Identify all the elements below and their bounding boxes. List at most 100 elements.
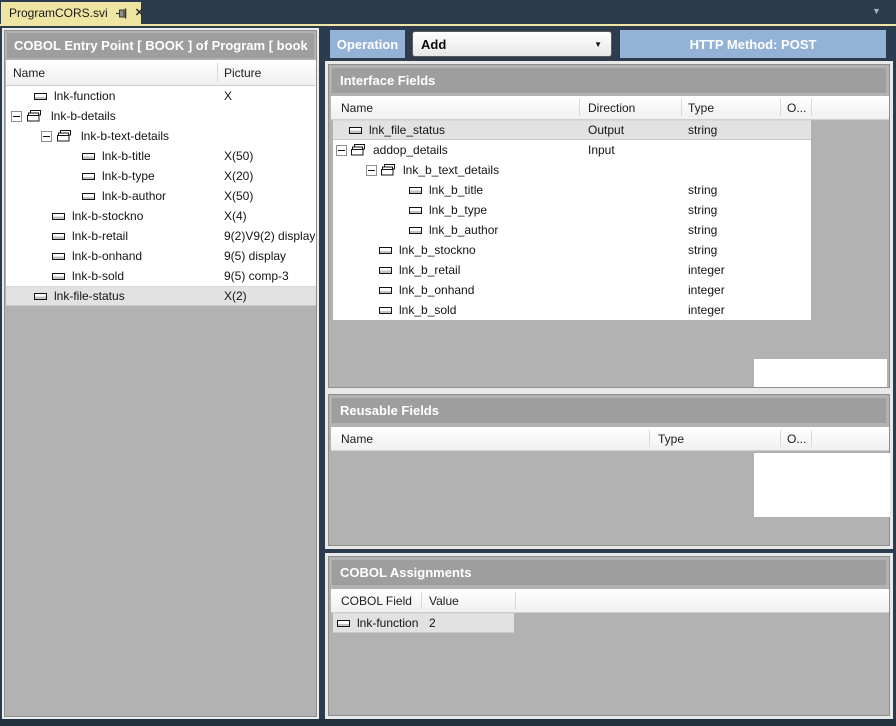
cell-picture: X xyxy=(224,86,232,106)
interface-fields-table-header: Name Direction Type O... xyxy=(331,96,889,120)
white-placeholder-box xyxy=(754,359,887,387)
row-lnk-b-stockno[interactable]: lnk-b-stockno X(4) xyxy=(6,206,316,226)
cell-type: integer xyxy=(688,300,725,320)
field-icon xyxy=(34,293,47,300)
row-lnk-file-status[interactable]: lnk_file_statusOutputstring xyxy=(333,120,811,140)
cell-name: lnk-b-details xyxy=(51,106,116,126)
tree-expander-icon[interactable] xyxy=(11,111,22,122)
cell-type: integer xyxy=(688,280,725,300)
cell-name: lnk-b-onhand xyxy=(72,246,142,266)
cobol-assignments-table-header: COBOL Field Value xyxy=(331,589,889,613)
cell-type: string xyxy=(688,120,717,140)
column-header-direction[interactable]: Direction xyxy=(588,96,635,119)
document-list-arrow-icon[interactable]: ▼ xyxy=(872,6,881,16)
operation-select[interactable]: Add ▼ xyxy=(412,31,612,57)
field-icon xyxy=(337,620,350,627)
window-bottom-strip xyxy=(0,719,896,726)
pin-icon[interactable] xyxy=(115,7,128,20)
field-icon xyxy=(409,207,422,214)
cell-name: lnk_b_stockno xyxy=(399,240,476,260)
cell-type: string xyxy=(688,240,717,260)
row-lnk-b-retail[interactable]: lnk-b-retail9(2)V9(2) display xyxy=(6,226,316,246)
http-method-label: HTTP Method: POST xyxy=(620,30,886,58)
row-lnk-b-type[interactable]: lnk-b-typeX(20) xyxy=(6,166,316,186)
cell-name: lnk_file_status xyxy=(369,120,445,140)
field-icon xyxy=(82,173,95,180)
field-icon xyxy=(409,187,422,194)
field-icon xyxy=(349,127,362,134)
row-lnk-function[interactable]: lnk-function2 xyxy=(333,613,514,633)
tree-expander-icon[interactable] xyxy=(336,145,347,156)
row-lnk-b-retail[interactable]: lnk_b_retail integer xyxy=(333,260,811,280)
interface-fields-title: Interface Fields xyxy=(332,68,886,93)
field-icon xyxy=(409,227,422,234)
cell-type: string xyxy=(688,220,717,240)
cell-name: lnk-b-text-details xyxy=(81,126,169,146)
row-addop-details[interactable]: addop_detailsInput xyxy=(333,140,811,160)
column-header-o[interactable]: O... xyxy=(787,427,806,450)
column-header-name[interactable]: Name xyxy=(13,60,45,85)
field-icon xyxy=(82,193,95,200)
group-icon xyxy=(57,130,72,142)
row-lnk-b-onhand[interactable]: lnk-b-onhand9(5) display xyxy=(6,246,316,266)
row-lnk-b-stockno[interactable]: lnk_b_stockno string xyxy=(333,240,811,260)
field-icon xyxy=(379,287,392,294)
row-lnk-b-details[interactable]: lnk-b-details xyxy=(6,106,316,126)
field-icon xyxy=(82,153,95,160)
cell-picture: X(50) xyxy=(224,186,253,206)
cell-picture: 9(2)V9(2) display xyxy=(224,226,315,246)
column-separator xyxy=(811,430,812,447)
column-header-o[interactable]: O... xyxy=(787,96,806,119)
column-separator xyxy=(421,592,422,609)
row-lnk-b-text-details[interactable]: lnk-b-text-details xyxy=(6,126,316,146)
column-header-value[interactable]: Value xyxy=(429,589,459,612)
column-separator xyxy=(780,99,781,116)
cell-name: lnk_b_type xyxy=(429,200,487,220)
field-icon xyxy=(52,233,65,240)
row-lnk-b-sold[interactable]: lnk-b-sold9(5) comp-3 xyxy=(6,266,316,286)
column-header-type[interactable]: Type xyxy=(658,427,684,450)
interface-fields-section: Interface Fields Name Direction Type O... l… xyxy=(328,64,890,388)
column-header-type[interactable]: Type xyxy=(688,96,714,119)
cobol-structure-table: NamePicture lnk-functionXlnk-b-detailsln… xyxy=(6,60,316,306)
tab-title: ProgramCORS.svi xyxy=(9,6,108,20)
http-method-text: HTTP Method: POST xyxy=(690,37,817,52)
row-lnk-b-type[interactable]: lnk_b_typestring xyxy=(333,200,811,220)
cell-name: lnk_b_retail xyxy=(399,260,460,280)
row-lnk-b-author[interactable]: lnk_b_authorstring xyxy=(333,220,811,240)
cell-name: lnk-b-author xyxy=(102,186,166,206)
field-icon xyxy=(379,267,392,274)
column-header-picture[interactable]: Picture xyxy=(224,60,261,85)
cell-name: lnk-b-sold xyxy=(72,266,124,286)
cell-direction: Input xyxy=(588,140,615,160)
row-lnk-b-title[interactable]: lnk-b-titleX(50) xyxy=(6,146,316,166)
column-header-cobol-field[interactable]: COBOL Field xyxy=(341,589,412,612)
document-tab[interactable]: ProgramCORS.svi ✕ xyxy=(1,2,141,24)
cobol-assignments-rows: lnk-function2 xyxy=(333,613,514,633)
tree-expander-icon[interactable] xyxy=(366,165,377,176)
close-icon[interactable]: ✕ xyxy=(135,8,144,19)
tree-expander-icon[interactable] xyxy=(41,131,52,142)
row-lnk-file-status[interactable]: lnk-file-statusX(2) xyxy=(6,286,316,306)
column-header-name[interactable]: Name xyxy=(341,96,373,119)
cell-name: lnk-b-type xyxy=(102,166,155,186)
cell-picture: X(4) xyxy=(224,206,247,226)
cobol-structure-tree: lnk-functionXlnk-b-detailslnk-b-text-det… xyxy=(6,86,316,306)
column-header-name[interactable]: Name xyxy=(341,427,373,450)
row-lnk-b-sold[interactable]: lnk_b_soldinteger xyxy=(333,300,811,320)
column-separator xyxy=(579,99,580,116)
row-lnk-b-author[interactable]: lnk-b-author X(50) xyxy=(6,186,316,206)
row-lnk-b-text-details[interactable]: lnk_b_text_details xyxy=(333,160,811,180)
column-separator xyxy=(780,430,781,447)
cell-type: integer xyxy=(688,260,725,280)
cell-name: lnk-b-stockno xyxy=(72,206,143,226)
operation-label-text: Operation xyxy=(337,37,398,52)
interface-fields-tree: lnk_file_statusOutputstringaddop_details… xyxy=(333,120,811,320)
cell-name: lnk-file-status xyxy=(54,286,125,306)
row-lnk-b-onhand[interactable]: lnk_b_onhandinteger xyxy=(333,280,811,300)
cobol-assignments-title: COBOL Assignments xyxy=(332,560,886,585)
row-lnk-b-title[interactable]: lnk_b_titlestring xyxy=(333,180,811,200)
document-tab-strip: ProgramCORS.svi ✕ xyxy=(0,0,896,24)
row-lnk-function[interactable]: lnk-functionX xyxy=(6,86,316,106)
reusable-fields-section: Reusable Fields NameTypeO... xyxy=(328,394,890,546)
